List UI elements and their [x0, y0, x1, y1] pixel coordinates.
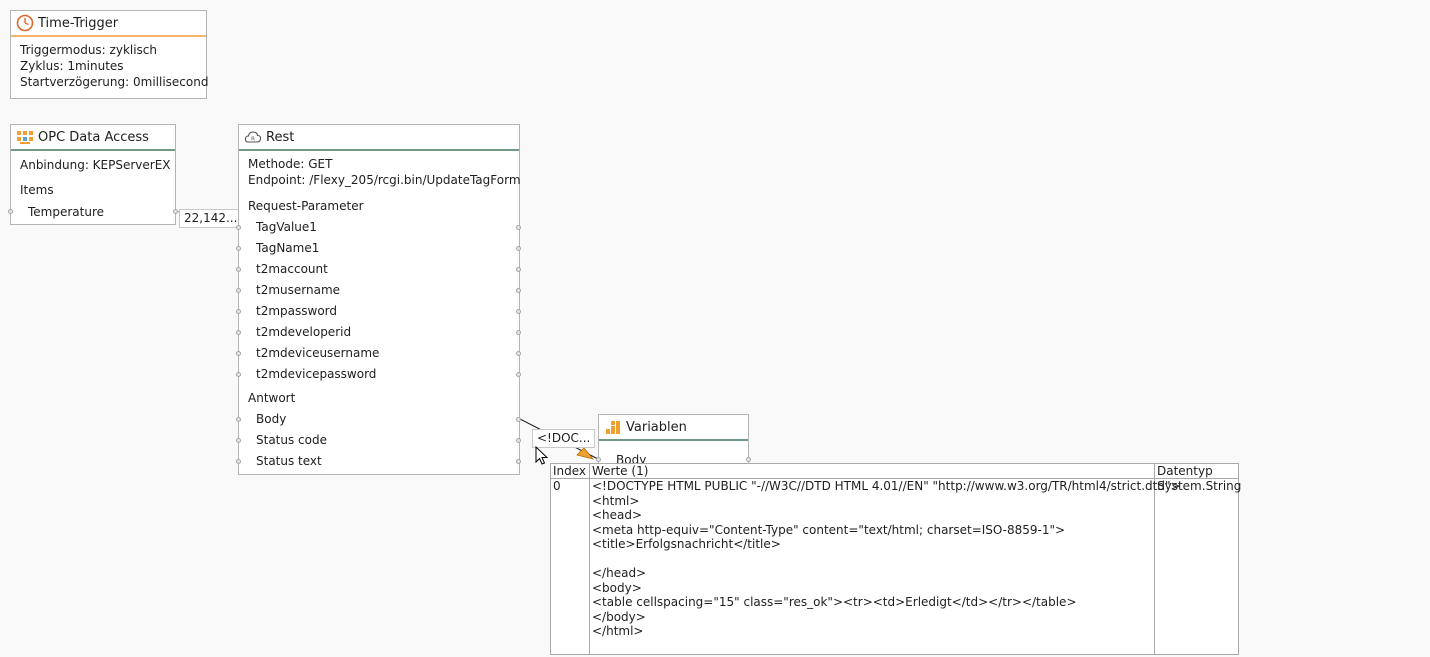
- opc-grid-icon: [16, 128, 34, 146]
- port-in-tagvalue1[interactable]: [236, 225, 241, 230]
- values-table: Index Werte (1) Datentyp 0 <!DOCTYPE HTM…: [550, 463, 1241, 655]
- port-out-t2mdeviceusername[interactable]: [516, 351, 521, 356]
- response-header: Antwort: [248, 391, 296, 405]
- column-header-werte: Werte (1): [589, 463, 1155, 479]
- cell-type: System.String: [1154, 478, 1241, 655]
- param-t2mdevicepassword[interactable]: t2mdevicepassword: [256, 367, 376, 381]
- opc-item-port-in[interactable]: [8, 209, 13, 214]
- param-t2mdeviceusername[interactable]: t2mdeviceusername: [256, 346, 379, 360]
- port-in-body[interactable]: [236, 417, 241, 422]
- opc-data-access-node[interactable]: OPC Data Access Anbindung: KEPServerEX I…: [8, 124, 178, 225]
- time-trigger-title: Time-Trigger: [38, 15, 119, 31]
- svg-text:R: R: [251, 137, 255, 143]
- opc-value-preview: 22,142...: [179, 209, 243, 228]
- port-out-t2maccount[interactable]: [516, 267, 521, 272]
- variablen-port-out[interactable]: [746, 457, 751, 462]
- request-parameter-header: Request-Parameter: [248, 199, 364, 213]
- time-trigger-header[interactable]: Time-Trigger: [11, 11, 206, 37]
- clock-icon: [16, 14, 34, 32]
- param-t2mdeveloperid[interactable]: t2mdeveloperid: [256, 325, 351, 339]
- opc-title: OPC Data Access: [38, 129, 149, 145]
- port-in-status-code[interactable]: [236, 438, 241, 443]
- port-in-tagname1[interactable]: [236, 246, 241, 251]
- cycle-text: Zyklus: 1minutes: [20, 59, 124, 73]
- param-tagname1[interactable]: TagName1: [256, 241, 319, 255]
- column-header-index: Index: [550, 463, 590, 479]
- opc-items-header: Items: [20, 183, 54, 197]
- rest-node[interactable]: R Rest Methode: GET Endpoint: /Flexy_205…: [236, 124, 521, 475]
- port-in-t2mdevicepassword[interactable]: [236, 372, 241, 377]
- port-in-t2mdeveloperid[interactable]: [236, 330, 241, 335]
- port-out-t2mpassword[interactable]: [516, 309, 521, 314]
- response-status-code[interactable]: Status code: [256, 433, 327, 447]
- variablen-header[interactable]: Variablen: [599, 415, 748, 441]
- param-t2musername[interactable]: t2musername: [256, 283, 340, 297]
- param-t2maccount[interactable]: t2maccount: [256, 262, 328, 276]
- port-out-status-code[interactable]: [516, 438, 521, 443]
- rest-title: Rest: [266, 129, 295, 145]
- port-out-t2musername[interactable]: [516, 288, 521, 293]
- opc-binding-text: Anbindung: KEPServerEX: [20, 158, 171, 172]
- opc-item-temperature[interactable]: Temperature: [28, 205, 104, 219]
- cell-value: <!DOCTYPE HTML PUBLIC "-//W3C//DTD HTML …: [589, 478, 1181, 655]
- param-tagvalue1[interactable]: TagValue1: [256, 220, 317, 234]
- rest-endpoint-text: Endpoint: /Flexy_205/rcgi.bin/UpdateTagF…: [248, 173, 521, 187]
- port-in-t2mpassword[interactable]: [236, 309, 241, 314]
- port-out-t2mdevicepassword[interactable]: [516, 372, 521, 377]
- variablen-title: Variablen: [626, 419, 687, 435]
- port-out-tagname1[interactable]: [516, 246, 521, 251]
- time-trigger-node[interactable]: Time-Trigger Triggermodus: zyklisch Zykl…: [10, 10, 209, 99]
- port-in-t2mdeviceusername[interactable]: [236, 351, 241, 356]
- rest-method-text: Methode: GET: [248, 157, 333, 171]
- port-out-status-text[interactable]: [516, 459, 521, 464]
- variablen-node[interactable]: Variablen Body: [596, 414, 751, 467]
- rest-header[interactable]: R Rest: [239, 125, 519, 151]
- opc-header[interactable]: OPC Data Access: [11, 125, 175, 151]
- start-delay-text: Startverzögerung: 0millisecond: [20, 75, 209, 89]
- port-out-body[interactable]: [516, 417, 521, 422]
- port-in-status-text[interactable]: [236, 459, 241, 464]
- table-header-row: Index Werte (1) Datentyp: [550, 463, 1239, 479]
- table-row: 0 <!DOCTYPE HTML PUBLIC "-//W3C//DTD HTM…: [550, 478, 1241, 655]
- response-body[interactable]: Body: [256, 412, 286, 426]
- opc-item-port-out[interactable]: [173, 209, 178, 214]
- trigger-mode-text: Triggermodus: zyklisch: [20, 43, 158, 57]
- param-t2mpassword[interactable]: t2mpassword: [256, 304, 337, 318]
- response-status-text[interactable]: Status text: [256, 454, 322, 468]
- port-in-t2musername[interactable]: [236, 288, 241, 293]
- variablen-bars-icon: [604, 418, 622, 436]
- rest-cloud-icon: R: [244, 128, 262, 146]
- port-in-t2maccount[interactable]: [236, 267, 241, 272]
- column-header-datentyp: Datentyp: [1154, 463, 1239, 479]
- port-out-tagvalue1[interactable]: [516, 225, 521, 230]
- mouse-pointer-icon: [535, 446, 549, 465]
- port-out-t2mdeveloperid[interactable]: [516, 330, 521, 335]
- variablen-port-in[interactable]: [596, 457, 601, 462]
- cell-index: 0: [550, 478, 590, 655]
